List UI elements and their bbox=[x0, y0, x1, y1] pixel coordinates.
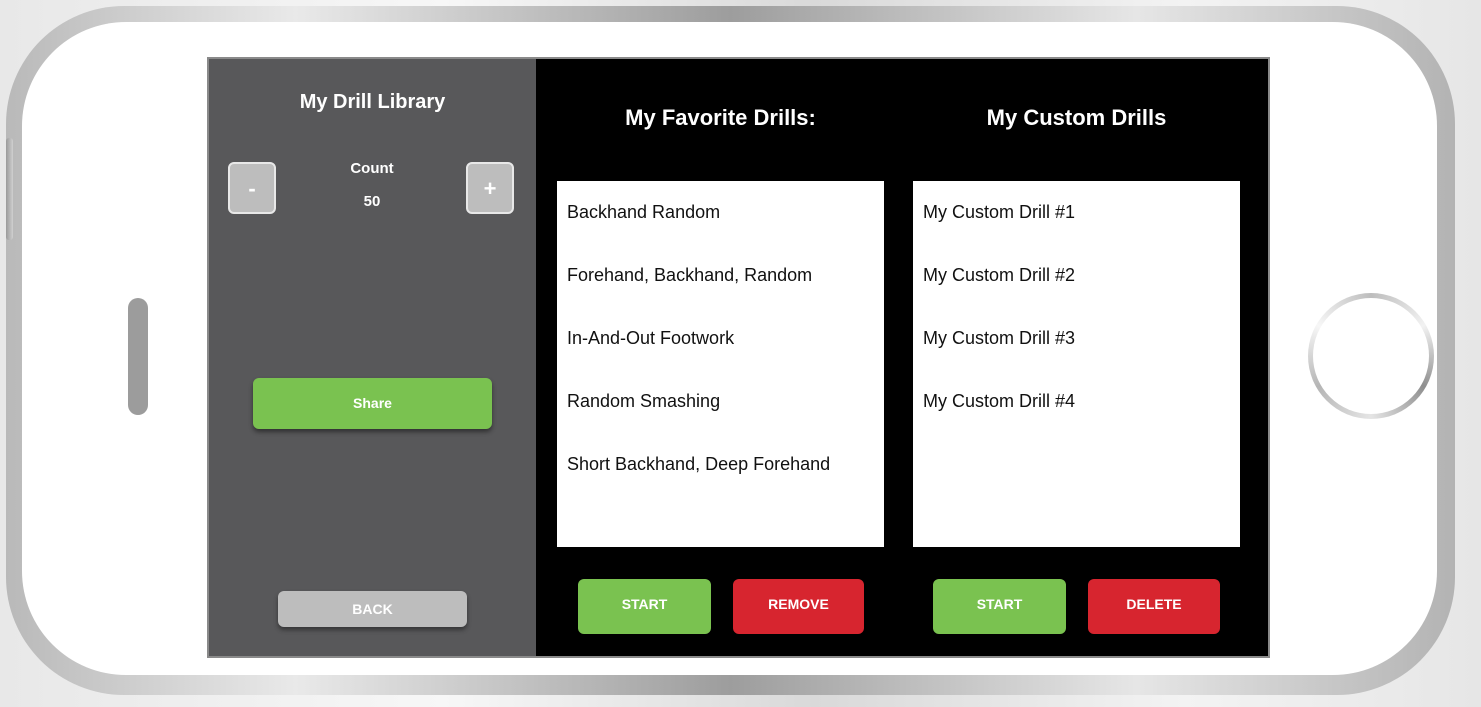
drill-library-panel: My Drill Library - Count 50 + Share BACK bbox=[209, 59, 536, 656]
increment-button[interactable]: + bbox=[466, 162, 514, 214]
list-item[interactable]: Backhand Random bbox=[557, 181, 884, 244]
remove-button[interactable]: REMOVE bbox=[733, 579, 864, 634]
custom-title: My Custom Drills bbox=[986, 105, 1167, 130]
list-item[interactable]: My Custom Drill #4 bbox=[913, 370, 1240, 433]
list-item[interactable]: In-And-Out Footwork bbox=[557, 307, 884, 370]
favorites-title: My Favorite Drills: bbox=[625, 105, 816, 130]
favorites-list: Backhand Random Forehand, Backhand, Rand… bbox=[557, 181, 884, 547]
app-screen: My Drill Library - Count 50 + Share BACK… bbox=[207, 57, 1270, 658]
list-item[interactable]: Short Backhand, Deep Forehand bbox=[557, 433, 884, 496]
decrement-button[interactable]: - bbox=[228, 162, 276, 214]
count-value: 50 bbox=[363, 193, 381, 210]
share-button[interactable]: Share bbox=[253, 378, 492, 429]
custom-start-button[interactable]: START bbox=[933, 579, 1066, 634]
phone-speaker bbox=[128, 298, 148, 415]
list-item[interactable]: My Custom Drill #1 bbox=[913, 181, 1240, 244]
list-item[interactable]: My Custom Drill #3 bbox=[913, 307, 1240, 370]
back-button[interactable]: BACK bbox=[278, 591, 467, 627]
list-item[interactable]: Random Smashing bbox=[557, 370, 884, 433]
delete-button[interactable]: DELETE bbox=[1088, 579, 1220, 634]
count-label: Count bbox=[350, 160, 394, 177]
phone-side-button bbox=[6, 138, 13, 240]
list-item[interactable]: Forehand, Backhand, Random bbox=[557, 244, 884, 307]
home-button[interactable] bbox=[1308, 293, 1434, 419]
panel-title: My Drill Library bbox=[299, 91, 446, 113]
list-item[interactable]: My Custom Drill #2 bbox=[913, 244, 1240, 307]
custom-list: My Custom Drill #1 My Custom Drill #2 My… bbox=[913, 181, 1240, 547]
favorites-start-button[interactable]: START bbox=[578, 579, 711, 634]
